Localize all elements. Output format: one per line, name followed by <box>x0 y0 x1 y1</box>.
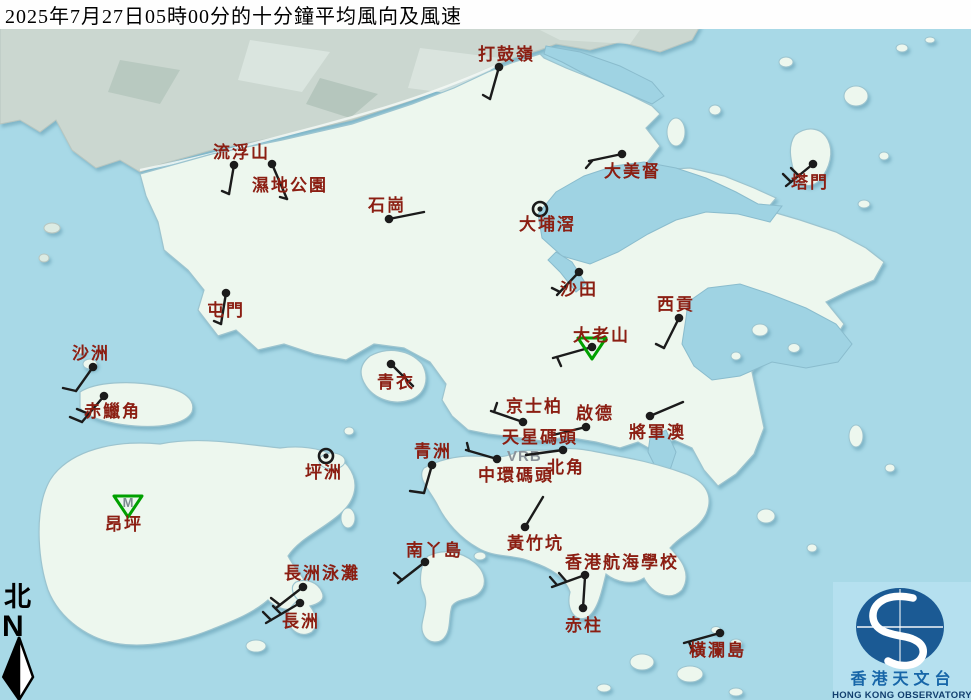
station-label: 屯門 <box>207 300 245 320</box>
station-label: 沙洲 <box>72 344 110 363</box>
station-dot <box>618 150 627 159</box>
station-label: 長洲 <box>282 612 320 631</box>
station-label: 昂坪 <box>105 515 143 534</box>
station-label: 啟德 <box>576 403 614 423</box>
station-label: 大老山 <box>573 325 630 345</box>
station-label: 大美督 <box>604 161 661 181</box>
station-dot <box>268 160 277 169</box>
station-dot <box>385 215 394 224</box>
station-dot <box>716 629 725 638</box>
station-label: 青洲 <box>414 441 452 461</box>
station-dot <box>222 289 231 298</box>
vrb-label: VRB <box>507 448 542 465</box>
station-dot <box>387 360 396 369</box>
station-dot <box>519 418 528 427</box>
station-dot <box>582 423 591 432</box>
calm-dot <box>537 206 542 211</box>
station-dot <box>100 392 109 401</box>
wind-map-page: 打鼓嶺流浮山濕地公園石崗 大美督大埔滘 塔門沙田西貢 屯門沙洲赤鱲角 青衣 大老山京士柏啟… <box>0 0 971 700</box>
maintenance-m-label: M <box>123 495 134 510</box>
station-label: 石崗 <box>367 196 406 215</box>
station-label: 香港航海學校 <box>565 552 679 572</box>
station-label: 京士柏 <box>506 396 563 416</box>
title-bar: 2025年7月27日05時00分的十分鐘平均風向及風速 <box>0 0 971 29</box>
station-dot <box>299 583 308 592</box>
station-dot <box>809 160 818 169</box>
station-dot <box>428 461 437 470</box>
station-label: 將軍澳 <box>629 422 686 442</box>
logo-name-en: HONG KONG OBSERVATORY <box>832 690 971 700</box>
station-label: 大埔滘 <box>519 214 576 234</box>
station-dot <box>575 268 584 277</box>
station-label: 西貢 <box>657 295 695 314</box>
station-label: 赤鱲角 <box>84 401 141 421</box>
station-label: 坪洲 <box>305 463 343 482</box>
compass-north-cjk: 北 <box>4 582 31 612</box>
station-label: 青衣 <box>377 372 415 392</box>
station-dot <box>89 363 98 372</box>
station-dot <box>579 604 588 613</box>
station-label: 南丫島 <box>406 540 463 560</box>
station-dot <box>296 599 305 608</box>
station-label: 流浮山 <box>213 142 270 162</box>
station-label: 塔門 <box>791 172 829 192</box>
station-label: 天星碼頭 <box>502 428 578 447</box>
calm-dot <box>323 453 328 458</box>
station-label: 赤柱 <box>565 615 603 635</box>
station-dot <box>675 314 684 323</box>
station-label: 濕地公園 <box>252 175 328 195</box>
station-dot <box>559 446 568 455</box>
station-label: 北角 <box>547 457 585 477</box>
station-dot <box>493 455 502 464</box>
station-dot <box>521 523 530 532</box>
wind-map: 打鼓嶺流浮山濕地公園石崗 大美督大埔滘 塔門沙田西貢 屯門沙洲赤鱲角 青衣 大老山京士柏啟… <box>0 0 971 700</box>
station-label: 橫瀾島 <box>689 640 746 660</box>
station-label: 打鼓嶺 <box>478 44 535 64</box>
hko-logo[interactable]: 香港天文台 HONG KONG OBSERVATORY <box>832 582 971 700</box>
station-label: 中環碼頭 <box>478 465 554 485</box>
map-title: 2025年7月27日05時00分的十分鐘平均風向及風速 <box>0 0 462 29</box>
station-label: 沙田 <box>560 280 598 299</box>
logo-name-cjk: 香港天文台 <box>849 669 955 688</box>
station-label: 黃竹坑 <box>506 533 564 553</box>
station-label: 長洲泳灘 <box>284 563 360 583</box>
station-dot <box>646 412 655 421</box>
